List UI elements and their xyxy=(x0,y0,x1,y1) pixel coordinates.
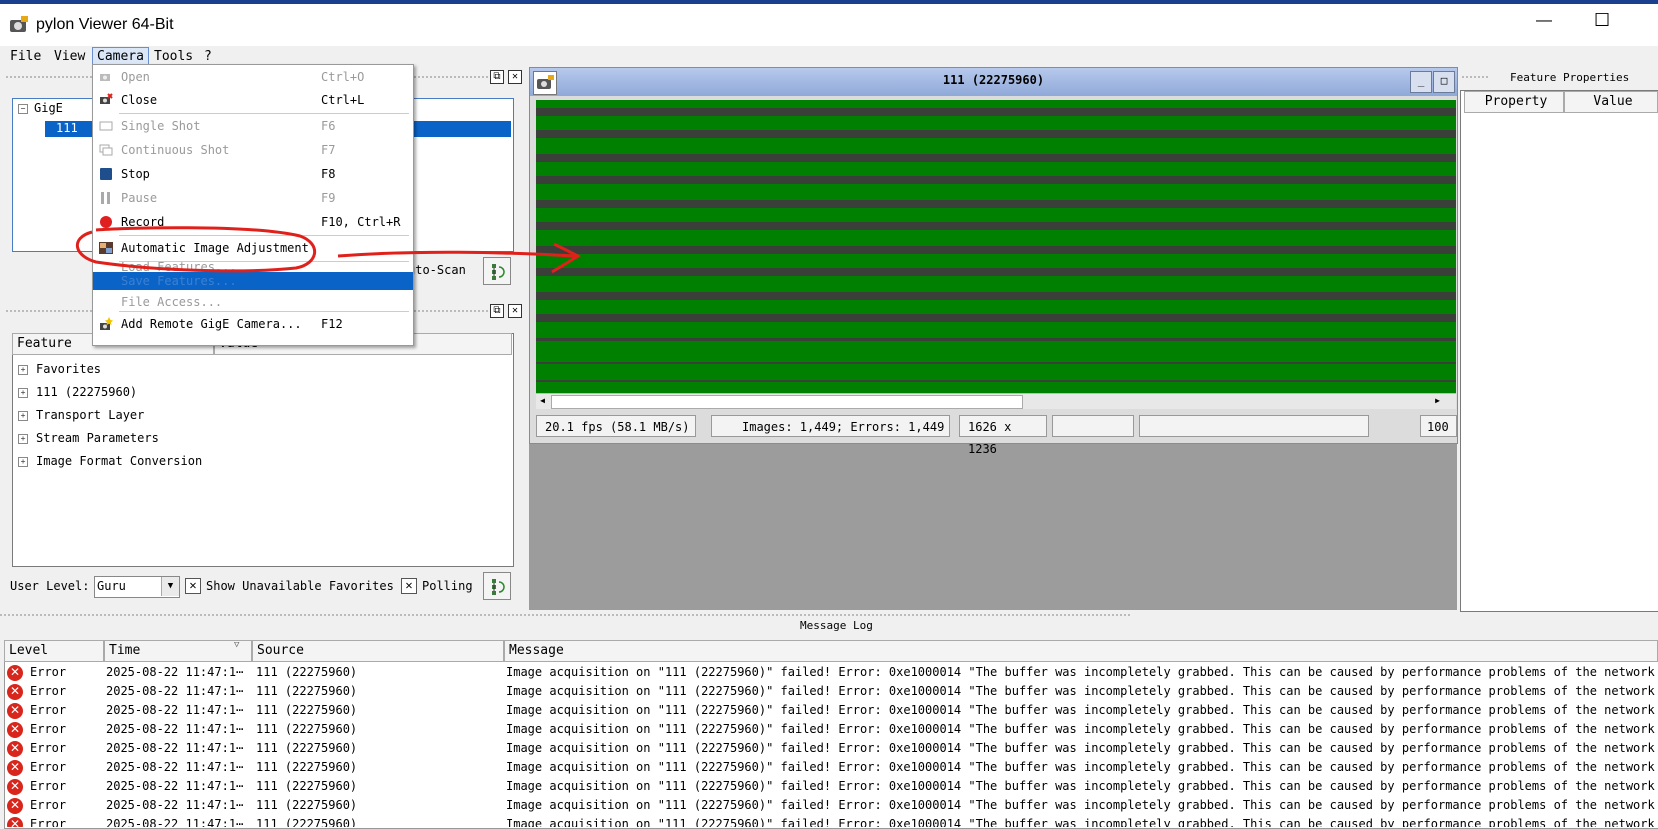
annotation-arrow-head xyxy=(551,242,582,274)
annotation-circle xyxy=(75,226,317,273)
annotation-arrow-line xyxy=(337,250,576,258)
annotation-overlay xyxy=(75,226,582,274)
